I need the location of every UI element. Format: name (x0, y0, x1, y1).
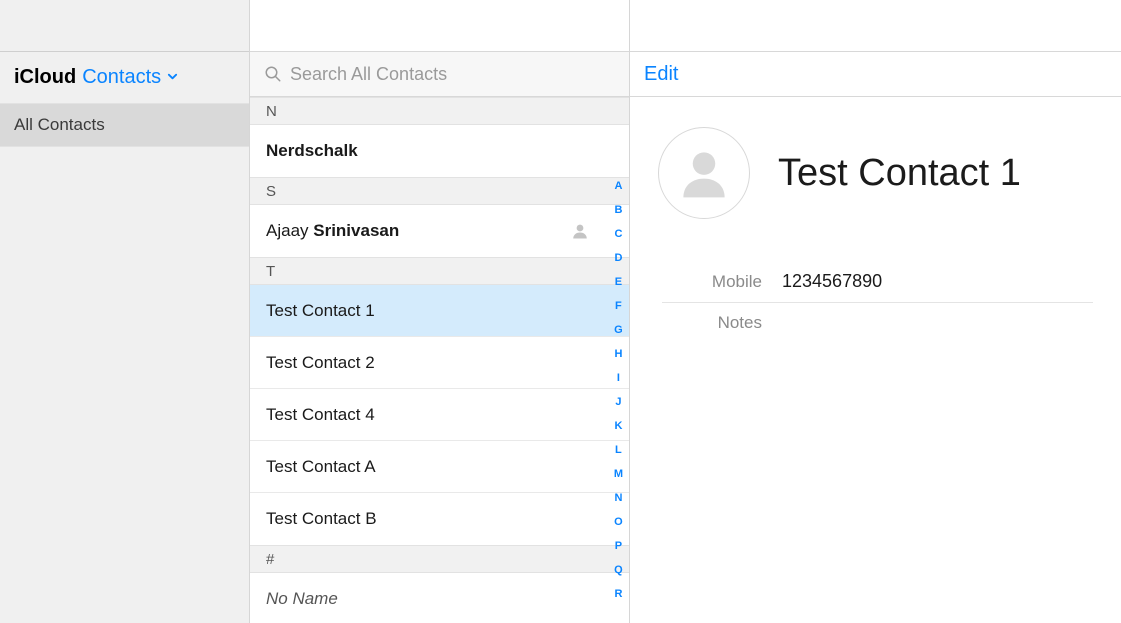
contact-name-label: Nerdschalk (266, 141, 358, 161)
app-root: iCloud Contacts All Contacts N Nerdschalk… (0, 0, 1121, 623)
contact-title: Test Contact 1 (778, 152, 1021, 195)
contact-row[interactable]: No Name (250, 573, 629, 623)
contact-name-label: Test Contact B (266, 509, 377, 529)
alpha-index-letter[interactable]: R (614, 588, 622, 600)
field-value[interactable]: 1234567890 (782, 271, 882, 292)
field-label: Notes (662, 313, 782, 333)
chevron-down-icon[interactable] (167, 69, 178, 87)
contact-name-label: Test Contact 1 (266, 301, 375, 321)
search-row (250, 51, 629, 97)
contact-name-label: No Name (266, 589, 338, 609)
alpha-index-letter[interactable]: N (614, 492, 622, 504)
contact-row[interactable]: Test Contact 4 (250, 389, 629, 441)
contact-row[interactable]: Nerdschalk (250, 125, 629, 177)
alpha-index-letter[interactable]: F (615, 300, 622, 312)
alpha-index-letter[interactable]: L (615, 444, 622, 456)
contact-row[interactable]: Test Contact A (250, 441, 629, 493)
search-input[interactable] (290, 64, 615, 85)
contact-row[interactable]: Ajaay Srinivasan (250, 205, 629, 257)
avatar[interactable] (658, 127, 750, 219)
sidebar-header[interactable]: iCloud Contacts (0, 51, 249, 103)
alpha-index-letter[interactable]: I (617, 372, 620, 384)
section-header: T (250, 257, 629, 285)
fields: Mobile1234567890 Notes (662, 261, 1093, 343)
person-silhouette-icon (571, 222, 589, 240)
detail-body: Test Contact 1 Mobile1234567890 Notes (630, 97, 1121, 623)
contact-row[interactable]: Test Contact 2 (250, 337, 629, 389)
detail-header: Edit (630, 51, 1121, 97)
brand-contacts: Contacts (82, 66, 161, 89)
contact-name-label: Test Contact 2 (266, 353, 375, 373)
alpha-index-letter[interactable]: O (614, 516, 623, 528)
alpha-index-letter[interactable]: M (614, 468, 623, 480)
alpha-index[interactable]: ABCDEFGHIJKLMNOPQR (614, 180, 623, 600)
brand-icloud: iCloud (14, 66, 76, 89)
contact-name-label: Test Contact A (266, 457, 376, 477)
search-icon (264, 65, 282, 83)
detail-top-spacer (630, 0, 1121, 51)
sidebar-item-0[interactable]: All Contacts (0, 103, 249, 147)
alpha-index-letter[interactable]: C (614, 228, 622, 240)
person-icon (674, 143, 734, 203)
detail-pane: Edit Test Contact 1 Mobile1234567890 Note… (630, 0, 1121, 623)
alpha-index-letter[interactable]: D (614, 252, 622, 264)
alpha-index-letter[interactable]: G (614, 324, 623, 336)
contact-name-label: Ajaay Srinivasan (266, 221, 399, 241)
contact-row[interactable]: Test Contact B (250, 493, 629, 545)
field-row: Mobile1234567890 (662, 261, 1093, 303)
contact-row[interactable]: Test Contact 1 (250, 285, 629, 337)
sidebar-fill (0, 147, 249, 623)
edit-button[interactable]: Edit (644, 63, 678, 86)
field-row: Notes (662, 303, 1093, 343)
alpha-index-letter[interactable]: E (615, 276, 622, 288)
alpha-index-letter[interactable]: B (614, 204, 622, 216)
section-header: # (250, 545, 629, 573)
alpha-index-letter[interactable]: K (614, 420, 622, 432)
contacts-list-pane: N Nerdschalk S Ajaay Srinivasan T Test Contac… (250, 0, 630, 623)
section-header: N (250, 97, 629, 125)
contact-name-label: Test Contact 4 (266, 405, 375, 425)
alpha-index-letter[interactable]: A (614, 180, 622, 192)
alpha-index-letter[interactable]: J (615, 396, 621, 408)
alpha-index-letter[interactable]: P (615, 540, 622, 552)
section-header: S (250, 177, 629, 205)
field-label: Mobile (662, 272, 782, 292)
alpha-index-letter[interactable]: H (614, 348, 622, 360)
identity-row: Test Contact 1 (658, 127, 1093, 219)
groups-sidebar: iCloud Contacts All Contacts (0, 0, 250, 623)
alpha-index-letter[interactable]: Q (614, 564, 623, 576)
contacts-scroll[interactable]: N Nerdschalk S Ajaay Srinivasan T Test Contac… (250, 97, 629, 623)
sidebar-item-label: All Contacts (14, 115, 105, 135)
list-top-spacer (250, 0, 629, 51)
